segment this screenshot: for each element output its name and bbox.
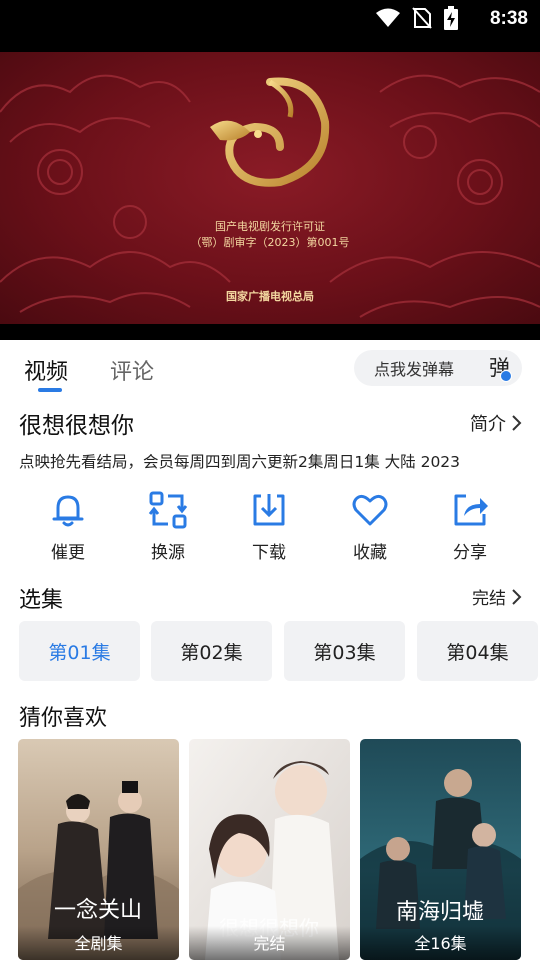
download-button[interactable]: 下载 xyxy=(219,490,319,563)
wifi-icon xyxy=(376,8,400,27)
recommend-poster[interactable]: 很想很想你 完结 xyxy=(189,739,350,960)
no-sim-icon xyxy=(412,7,432,29)
favorite-label: 收藏 xyxy=(353,543,387,563)
recommend-title: 猜你喜欢 xyxy=(19,706,108,731)
tab-video[interactable]: 视频 xyxy=(24,354,68,386)
episode-button[interactable]: 第03集 xyxy=(284,621,405,681)
episodes-all-link[interactable]: 完结 xyxy=(472,584,522,609)
episode-button[interactable]: 第02集 xyxy=(151,621,272,681)
tab-comments[interactable]: 评论 xyxy=(110,354,154,386)
download-label: 下载 xyxy=(252,543,286,563)
recommend-poster[interactable]: 一念关山 全剧集 xyxy=(18,739,179,960)
show-title: 很想很想你 xyxy=(19,413,134,439)
license-line-2: （鄂）剧审字（2023）第001号 xyxy=(190,236,350,249)
video-player[interactable]: 国产电视剧发行许可证 （鄂）剧审字（2023）第001号 国家广播电视总局 xyxy=(0,52,540,340)
switch-source-label: 换源 xyxy=(151,543,185,563)
episodes-title: 选集 xyxy=(19,588,64,613)
show-meta: 点映抢先看结局，会员每周四到周六更新2集周日1集 大陆 2023 xyxy=(19,453,461,471)
episodes-status: 完结 xyxy=(472,589,506,609)
danmu-placeholder: 点我发弹幕 xyxy=(374,360,455,379)
remind-update-label: 催更 xyxy=(51,543,85,563)
tab-indicator xyxy=(38,388,62,392)
status-icons xyxy=(376,6,458,30)
crane-emblem-icon xyxy=(210,77,330,187)
chevron-right-icon xyxy=(512,588,522,605)
bell-icon xyxy=(52,495,84,527)
intro-label: 简介 xyxy=(470,414,506,435)
license-line-1: 国产电视剧发行许可证 xyxy=(215,220,325,233)
poster-caption: 完结 xyxy=(189,926,350,960)
share-label: 分享 xyxy=(453,543,487,563)
intro-link[interactable]: 简介 xyxy=(470,410,522,436)
episode-button[interactable]: 第04集 xyxy=(417,621,538,681)
svg-text:南海归墟: 南海归墟 xyxy=(396,900,484,925)
share-button[interactable]: 分享 xyxy=(420,490,520,563)
download-icon xyxy=(253,494,285,526)
episode-button[interactable]: 第01集 xyxy=(19,621,140,681)
switch-source-button[interactable]: 换源 xyxy=(118,490,218,563)
license-organization: 国家广播电视总局 xyxy=(226,290,314,303)
poster-caption: 全剧集 xyxy=(18,926,179,960)
recommend-poster[interactable]: 南海归墟 全16集 xyxy=(360,739,521,960)
chevron-right-icon xyxy=(512,415,522,431)
share-icon xyxy=(454,494,488,526)
action-bar: 催更 换源 下载 收藏 分享 xyxy=(0,486,540,566)
danmu-input[interactable]: 点我发弹幕 弹 xyxy=(354,350,522,386)
svg-text:一念关山: 一念关山 xyxy=(54,898,142,923)
danmu-status-dot xyxy=(500,370,512,382)
video-frame[interactable]: 国产电视剧发行许可证 （鄂）剧审字（2023）第001号 国家广播电视总局 xyxy=(0,52,540,324)
status-time: 8:38 xyxy=(489,8,528,29)
status-bar: 8:38 xyxy=(0,0,540,52)
poster-caption: 全16集 xyxy=(360,926,521,960)
battery-charging-icon xyxy=(444,6,458,30)
heart-icon xyxy=(352,494,388,526)
switch-source-icon xyxy=(148,491,188,529)
remind-update-button[interactable]: 催更 xyxy=(18,490,118,563)
favorite-button[interactable]: 收藏 xyxy=(320,490,420,563)
tab-bar: 视频 评论 点我发弹幕 弹 xyxy=(0,340,540,396)
